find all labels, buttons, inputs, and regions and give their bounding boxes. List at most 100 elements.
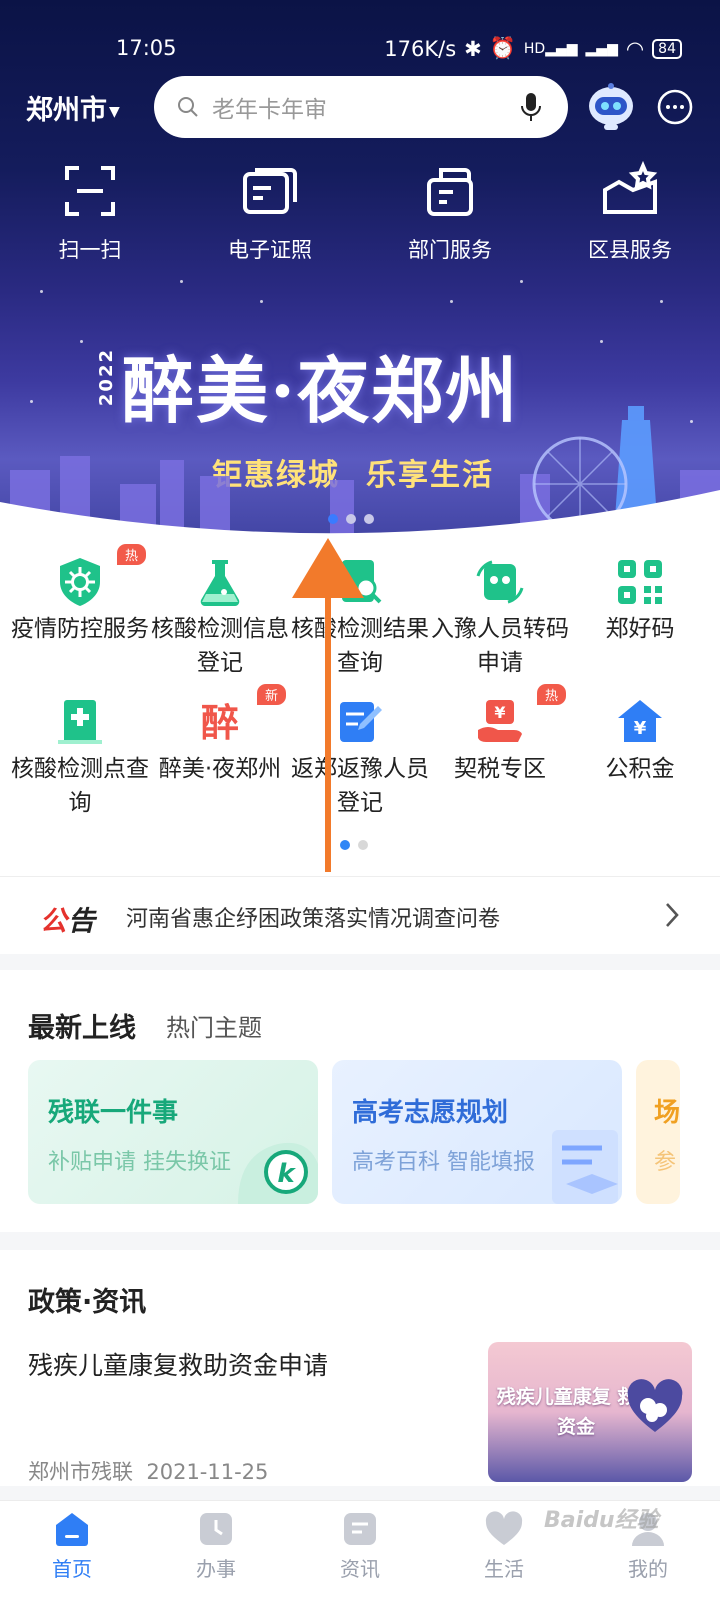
service-label: 核酸检测点查询 [11,756,149,816]
card-partial[interactable]: 场 参 [636,1060,680,1204]
quick-department[interactable]: 部门服务 [360,160,540,264]
department-icon [427,168,473,216]
hospital-icon [58,700,102,744]
card-subtitle: 补贴申请 挂失换证 [48,1150,231,1175]
tab-label: 办事 [196,1557,236,1581]
service-zheng-code[interactable]: 郑好码 [570,546,710,686]
signal-icon: HD▂▄▆ [523,40,578,57]
quick-department-label: 部门服务 [408,238,492,262]
news-section: 政策·资讯 残疾儿童康复救助资金申请 郑州市残联 2021-11-25 残疾儿童… [0,1250,720,1486]
hero-banner: 17:05 176K/s ✱ ⏰ HD▂▄▆ ▂▄▆ ◠ 84 郑州市 ▼ 老年卡… [0,0,720,560]
heart-flower-icon [627,1379,683,1432]
news-meta: 郑州市残联 2021-11-25 [28,1456,268,1486]
tab-label: 首页 [52,1557,92,1581]
latest-section: 最新上线 热门主题 残联一件事 补贴申请 挂失换证 k 高考志愿规划 高考百科 … [0,970,720,1232]
id-card-icon [243,168,297,214]
annotation-up-arrow [292,538,364,872]
city-selector[interactable]: 郑州市 ▼ [26,88,120,127]
status-bar: 17:05 176K/s ✱ ⏰ HD▂▄▆ ▂▄▆ ◠ 84 [0,30,720,70]
card-subtitle: 高考百科 智能填报 [352,1150,535,1175]
microphone-icon[interactable] [520,91,542,123]
quick-scan[interactable]: 扫一扫 [0,160,180,264]
house-fund-icon: ¥ [618,700,662,742]
city-label: 郑州市 [26,95,107,126]
virus-shield-icon [60,558,100,606]
tab-label: 生活 [484,1557,524,1581]
baidu-watermark: Baidu经验 [544,1508,659,1533]
card-disability-federation[interactable]: 残联一件事 补贴申请 挂失换证 k [28,1060,318,1204]
robot-assistant-icon[interactable] [586,80,636,132]
search-bar[interactable]: 老年卡年审 [154,76,568,138]
news-thumbnail: 残疾儿童康复 救助资金 [488,1342,692,1482]
tab-services[interactable]: 办事 [144,1501,288,1600]
banner-dot-3 [364,514,374,524]
service-night-zhengzhou[interactable]: 新 醉 醉美·夜郑州 [150,684,290,826]
service-label: 核酸检测信息登记 [151,616,289,676]
service-epidemic-control[interactable]: 热 疫情防控服务 [10,544,150,686]
notice-tag: 公告 [40,906,96,937]
card-title: 高考志愿规划 [352,1098,509,1128]
card-subtitle: 参 [654,1150,677,1175]
banner-page-indicator [328,514,374,524]
service-housing-fund[interactable]: ¥ 公积金 [570,686,710,826]
qr-code-icon [618,560,662,604]
battery-icon: 84 [652,38,682,59]
message-icon[interactable] [656,88,694,126]
banner-year: 2022 [96,348,117,407]
quick-district-label: 区县服务 [588,238,672,262]
tax-hand-icon: ¥ [478,700,522,742]
service-label: 疫情防控服务 [11,616,149,642]
banner-dot-1 [328,514,338,524]
search-icon [178,97,198,117]
notice-bar[interactable]: 公告 河南省惠企纾困政策落实情况调查问卷 [0,876,720,954]
caret-down-icon: ▼ [109,103,120,120]
clock-icon [200,1513,232,1545]
chevron-right-icon [666,903,679,927]
quick-id-card[interactable]: 电子证照 [180,160,360,264]
news-icon [344,1513,376,1545]
hot-badge: 热 [536,684,566,705]
svg-text:¥: ¥ [494,703,505,722]
top-bar: 郑州市 ▼ 老年卡年审 [0,76,720,140]
tab-home[interactable]: 首页 [0,1501,144,1600]
tab-label: 资讯 [340,1557,380,1581]
news-date: 2021-11-25 [146,1460,269,1484]
drunk-char-icon: 醉 [201,700,239,745]
service-test-site[interactable]: 核酸检测点查询 [10,686,150,826]
quick-district[interactable]: 区县服务 [540,160,720,264]
heart-icon [485,1511,523,1545]
svg-text:k: k [277,1159,296,1189]
wifi-icon: ◠ [625,36,645,61]
banner-dot-2 [346,514,356,524]
tab-label: 我的 [628,1557,668,1581]
card-title: 残联一件事 [48,1098,179,1128]
service-deed-tax[interactable]: 热 ¥ 契税专区 [430,684,570,826]
quick-scan-label: 扫一扫 [58,238,122,262]
service-label: 公积金 [605,756,675,782]
latest-title[interactable]: 最新上线 [28,1006,136,1045]
bluetooth-icon: ✱ [464,36,482,61]
disability-logo-icon: k [238,1142,318,1204]
hot-badge: 热 [116,544,146,565]
home-icon [56,1513,88,1546]
search-placeholder: 老年卡年审 [212,97,327,123]
service-label: 契税专区 [454,756,546,782]
service-label: 郑好码 [605,616,675,642]
document-cap-icon [552,1130,618,1204]
status-time: 17:05 [116,36,177,60]
svg-text:¥: ¥ [634,718,647,739]
quick-id-card-label: 电子证照 [228,238,312,262]
news-section-title: 政策·资讯 [28,1287,147,1318]
news-title: 残疾儿童康复救助资金申请 [28,1351,329,1380]
service-label: 醉美·夜郑州 [158,756,282,782]
svg-text:醉: 醉 [201,700,239,745]
service-nucleic-register[interactable]: 核酸检测信息登记 [150,546,290,686]
district-icon [603,160,658,214]
service-transfer-code[interactable]: 入豫人员转码申请 [430,546,570,686]
transfer-icon [476,560,524,604]
tab-news[interactable]: 资讯 [288,1501,432,1600]
alarm-icon: ⏰ [489,36,516,60]
service-label: 入豫人员转码申请 [431,616,569,676]
card-college-application[interactable]: 高考志愿规划 高考百科 智能填报 [332,1060,622,1204]
latest-subtitle[interactable]: 热门主题 [166,1008,262,1043]
